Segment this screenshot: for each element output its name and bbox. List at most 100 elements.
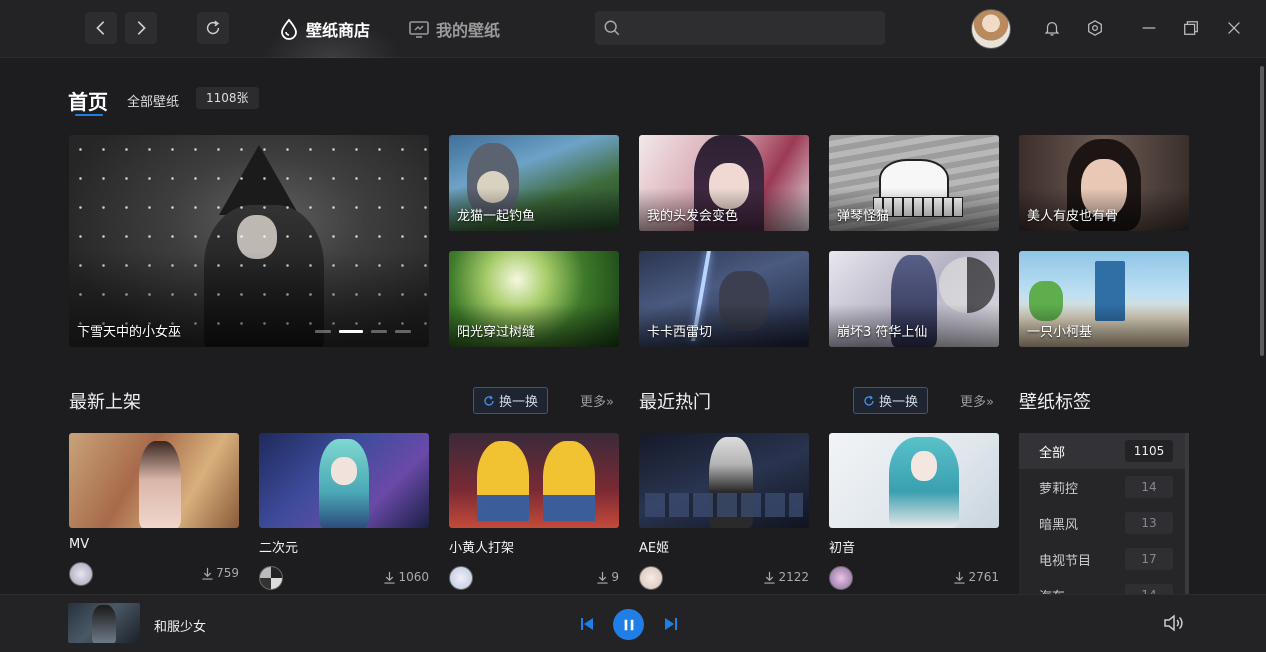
tag-label: 汽车	[1039, 586, 1065, 595]
tag-item[interactable]: 全部 1105	[1019, 433, 1189, 469]
minimize-button[interactable]	[1137, 16, 1161, 40]
now-playing-title: 和服少女	[154, 620, 207, 635]
featured-card[interactable]: 阳光穿过树缝	[449, 251, 619, 347]
tag-item[interactable]: 萝莉控 14	[1019, 469, 1189, 505]
download-icon	[384, 571, 396, 584]
wallpaper-name: AE姬	[639, 541, 670, 556]
hot-more-link[interactable]: 更多»	[960, 391, 994, 410]
wallpaper-meta: 2122	[639, 566, 809, 590]
previous-icon[interactable]	[579, 616, 595, 632]
wallpaper-item[interactable]: 二次元 1060	[259, 433, 429, 590]
wallpaper-item[interactable]: 初音 2761	[829, 433, 999, 590]
featured-caption: 一只小柯基	[1027, 325, 1093, 340]
carousel-dot[interactable]	[395, 330, 411, 333]
carousel-dot-active[interactable]	[339, 330, 363, 333]
wallpaper-meta: 1060	[259, 566, 429, 590]
carousel-dot[interactable]	[315, 330, 331, 333]
wallpaper-meta: 759	[69, 562, 239, 586]
wallpaper-item[interactable]: 小黄人打架 9	[449, 433, 619, 590]
tag-count: 1105	[1125, 440, 1173, 462]
forward-button[interactable]	[125, 12, 157, 44]
tags-section-title: 壁纸标签	[1019, 392, 1091, 413]
search-input[interactable]	[621, 11, 885, 45]
wallpaper-thumbnail[interactable]	[829, 433, 999, 528]
latest-shuffle-button[interactable]: 换一换	[473, 387, 548, 414]
tab-label: 壁纸商店	[306, 21, 371, 40]
uploader-avatar[interactable]	[829, 566, 853, 590]
wallpaper-item[interactable]: AE姬 2122	[639, 433, 809, 590]
featured-caption: 弹琴怪猫	[837, 209, 890, 224]
uploader-avatar[interactable]	[69, 562, 93, 586]
tab-my-wallpapers[interactable]: 我的壁纸	[408, 14, 500, 44]
uploader-avatar[interactable]	[639, 566, 663, 590]
wallpaper-meta: 9	[449, 566, 619, 590]
wallpaper-thumbnail[interactable]	[259, 433, 429, 528]
download-count: 759	[201, 566, 239, 580]
featured-card[interactable]: 龙猫一起钓鱼	[449, 135, 619, 231]
back-button[interactable]	[85, 12, 117, 44]
tag-item[interactable]: 汽车 14	[1019, 577, 1189, 594]
tag-count: 13	[1125, 512, 1173, 534]
featured-caption: 我的头发会变色	[647, 209, 739, 224]
search-box[interactable]	[595, 11, 885, 45]
title-bar: 壁纸商店 我的壁纸	[0, 0, 1266, 58]
pause-button[interactable]	[613, 609, 644, 640]
refresh-icon	[206, 20, 220, 35]
bell-icon	[1044, 21, 1060, 36]
featured-card[interactable]: 美人有皮也有骨	[1019, 135, 1189, 231]
swap-label: 换一换	[878, 395, 918, 410]
close-button[interactable]	[1222, 16, 1246, 40]
tag-item[interactable]: 电视节目 17	[1019, 541, 1189, 577]
download-count-value: 2761	[968, 570, 999, 584]
notifications-button[interactable]	[1040, 16, 1064, 40]
latest-section-title: 最新上架	[69, 392, 141, 413]
now-playing-thumbnail[interactable]	[68, 603, 140, 643]
featured-caption: 龙猫一起钓鱼	[457, 209, 536, 224]
wallpaper-thumbnail[interactable]	[69, 433, 239, 528]
all-wallpapers-label: 全部壁纸	[127, 95, 180, 110]
download-count: 2122	[763, 570, 809, 584]
figure-shape	[139, 441, 181, 528]
download-count: 9	[596, 570, 619, 584]
overalls-shape	[477, 495, 595, 521]
chevron-right-icon	[137, 21, 146, 35]
hot-section-title: 最近热门	[639, 392, 711, 413]
download-count-value: 1060	[398, 570, 429, 584]
latest-more-link[interactable]: 更多»	[580, 391, 614, 410]
featured-card[interactable]: 卡卡西雷切	[639, 251, 809, 347]
tag-label: 萝莉控	[1039, 481, 1079, 497]
face-shape	[331, 457, 357, 485]
user-avatar[interactable]	[971, 9, 1011, 49]
tag-label: 全部	[1039, 445, 1066, 461]
settings-button[interactable]	[1083, 16, 1107, 40]
page-title-underline	[75, 114, 103, 116]
featured-card[interactable]: 弹琴怪猫	[829, 135, 999, 231]
wallpaper-item[interactable]: MV 759	[69, 433, 239, 586]
featured-card[interactable]: 一只小柯基	[1019, 251, 1189, 347]
chevron-left-icon	[96, 21, 105, 35]
uploader-avatar[interactable]	[259, 566, 283, 590]
tag-list: 全部 1105 萝莉控 14 暗黑风 13 电视节目 17 汽车 14	[1019, 433, 1189, 594]
wallpaper-name: 小黄人打架	[449, 541, 515, 556]
featured-card[interactable]: 崩坏3 符华上仙	[829, 251, 999, 347]
refresh-button[interactable]	[197, 12, 229, 44]
tag-item[interactable]: 暗黑风 13	[1019, 505, 1189, 541]
wallpaper-count-badge: 1108张	[196, 87, 259, 109]
restore-button[interactable]	[1179, 16, 1203, 40]
main-content: 首页 全部壁纸 1108张 下雪天中的小女巫 龙猫一起钓鱼 我的头发会变色 弹琴	[0, 58, 1266, 594]
wallpaper-thumbnail[interactable]	[639, 433, 809, 528]
tab-wallpaper-store[interactable]: 壁纸商店	[278, 14, 370, 44]
tag-list-scrollbar[interactable]	[1185, 433, 1189, 594]
wallpaper-thumbnail[interactable]	[449, 433, 619, 528]
hot-shuffle-button[interactable]: 换一换	[853, 387, 928, 414]
carousel-dot[interactable]	[371, 330, 387, 333]
wallpaper-meta: 2761	[829, 566, 999, 590]
featured-main-card[interactable]: 下雪天中的小女巫	[69, 135, 429, 347]
featured-card[interactable]: 我的头发会变色	[639, 135, 809, 231]
page-scrollbar[interactable]	[1260, 66, 1264, 356]
featured-caption: 卡卡西雷切	[647, 325, 713, 340]
uploader-avatar[interactable]	[449, 566, 473, 590]
swap-label: 换一换	[498, 395, 538, 410]
next-icon[interactable]	[663, 616, 679, 632]
volume-icon[interactable]	[1162, 612, 1184, 634]
